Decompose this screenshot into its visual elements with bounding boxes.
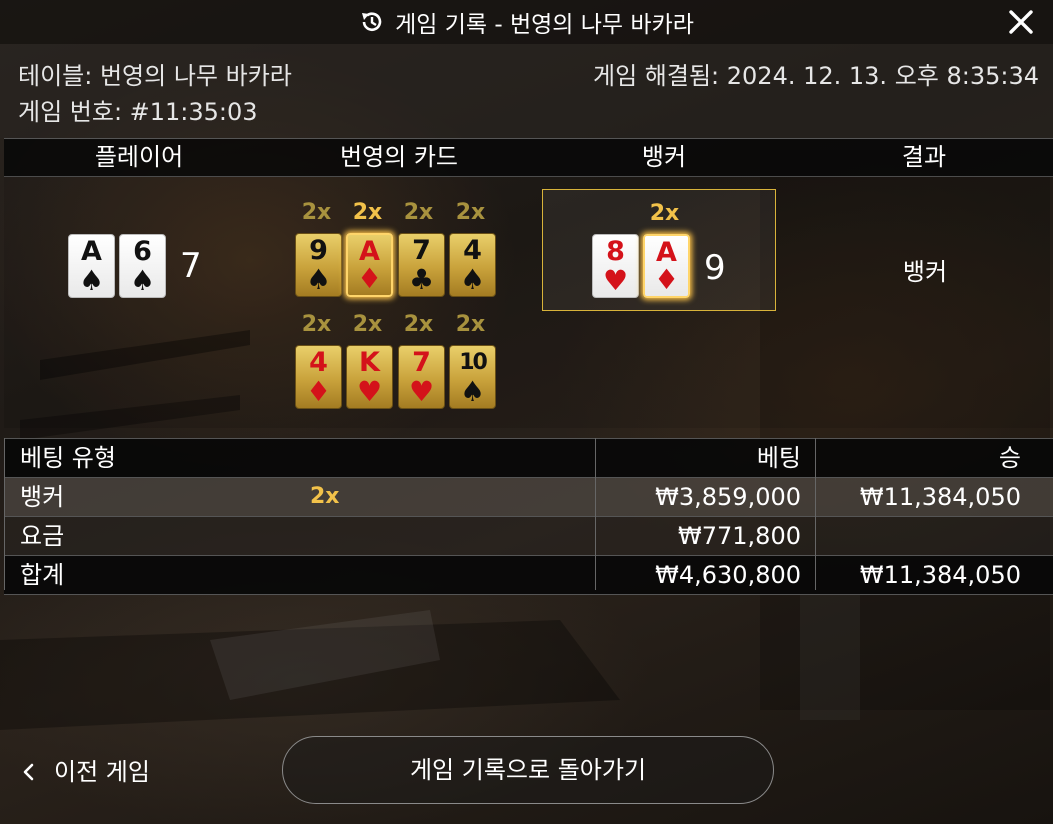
diamond-icon: ♦ (305, 375, 332, 408)
banker-score: 9 (704, 248, 726, 288)
close-icon (1009, 10, 1033, 34)
spade-icon: ♠ (129, 264, 156, 297)
lucky-card-matched: A ♦ (346, 233, 393, 297)
bet-type: 합계 (20, 561, 65, 589)
result-column-header: 결과 (901, 143, 947, 171)
column-divider (815, 438, 816, 590)
banker-card: 8 ♥ (592, 234, 639, 298)
spade-icon: ♠ (459, 263, 486, 296)
bet-amount: ₩3,859,000 (655, 483, 801, 511)
lucky-multiplier: 2x (455, 312, 486, 337)
heart-icon: ♥ (408, 375, 435, 408)
bet-multiplier: 2x (310, 484, 340, 509)
lucky-multiplier: 2x (403, 312, 434, 337)
win-amount: ₩11,384,050 (859, 561, 1021, 589)
bets-header-row: 베팅 유형 베팅 승 (4, 438, 1053, 478)
banker-card-matched: A ♦ (643, 234, 690, 298)
previous-game-label: 이전 게임 (54, 758, 150, 786)
spade-icon: ♠ (305, 263, 332, 296)
heart-icon: ♥ (602, 264, 629, 297)
win-amount-header: 승 (998, 444, 1021, 472)
win-amount: ₩11,384,050 (859, 483, 1021, 511)
page-title: 게임 기록 - 번영의 나무 바카라 (395, 12, 694, 38)
banker-multiplier: 2x (649, 201, 680, 226)
lucky-multiplier: 2x (403, 200, 434, 225)
player-card: 6 ♠ (119, 234, 166, 298)
table-row: 요금 ₩771,800 (4, 517, 1053, 556)
lucky-card: 4 ♦ (295, 345, 342, 409)
game-number: 게임 번호: #11:35:03 (18, 98, 258, 126)
lucky-card: K ♥ (346, 345, 393, 409)
column-divider (4, 438, 5, 590)
spade-icon: ♠ (459, 375, 486, 408)
column-divider (595, 438, 596, 590)
lucky-multiplier: 2x (455, 200, 486, 225)
table-name: 테이블: 번영의 나무 바카라 (18, 62, 292, 90)
bet-amount: ₩4,630,800 (655, 561, 801, 589)
lucky-card: 4 ♠ (449, 233, 496, 297)
bet-type-header: 베팅 유형 (20, 444, 116, 472)
lucky-multiplier: 2x (352, 312, 383, 337)
player-card: A ♠ (68, 234, 115, 298)
diamond-icon: ♦ (356, 262, 383, 295)
bet-amount: ₩771,800 (678, 522, 801, 550)
banker-column-header: 뱅커 (641, 143, 687, 171)
player-score: 7 (180, 246, 202, 286)
bet-type: 요금 (20, 522, 65, 550)
close-button[interactable] (1003, 4, 1039, 40)
spade-icon: ♠ (78, 264, 105, 297)
lucky-cards-column-header: 번영의 카드 (339, 143, 459, 171)
lucky-card: 7 ♣ (398, 233, 445, 297)
resolved-time: 게임 해결됨: 2024. 12. 13. 오후 8:35:34 (593, 62, 1039, 90)
lucky-card: 9 ♠ (295, 233, 342, 297)
club-icon: ♣ (408, 263, 435, 296)
bets-table: 베팅 유형 베팅 승 뱅커 2x ₩3,859,000 ₩11,384,050 … (4, 438, 1053, 595)
result-value: 뱅커 (902, 258, 948, 286)
title-group: 게임 기록 - 번영의 나무 바카라 (0, 0, 1053, 44)
heart-icon: ♥ (356, 375, 383, 408)
chevron-left-icon (23, 763, 34, 781)
lucky-multiplier: 2x (352, 200, 383, 225)
cards-area (4, 176, 1053, 428)
player-column-header: 플레이어 (94, 143, 184, 171)
lucky-multiplier: 2x (301, 312, 332, 337)
previous-game-button[interactable]: 이전 게임 (22, 752, 150, 792)
lucky-multiplier: 2x (301, 200, 332, 225)
bet-type: 뱅커 (20, 483, 65, 511)
table-row: 뱅커 2x ₩3,859,000 ₩11,384,050 (4, 478, 1053, 517)
table-row-total: 합계 ₩4,630,800 ₩11,384,050 (4, 556, 1053, 595)
diamond-icon: ♦ (653, 263, 680, 296)
bet-amount-header: 베팅 (756, 444, 801, 472)
history-icon (359, 9, 385, 35)
lucky-card: 7 ♥ (398, 345, 445, 409)
cards-header-row: 플레이어 번영의 카드 뱅커 결과 (4, 138, 1053, 177)
back-to-history-button[interactable]: 게임 기록으로 돌아가기 (282, 736, 774, 804)
lucky-card: 10 ♠ (449, 345, 496, 409)
